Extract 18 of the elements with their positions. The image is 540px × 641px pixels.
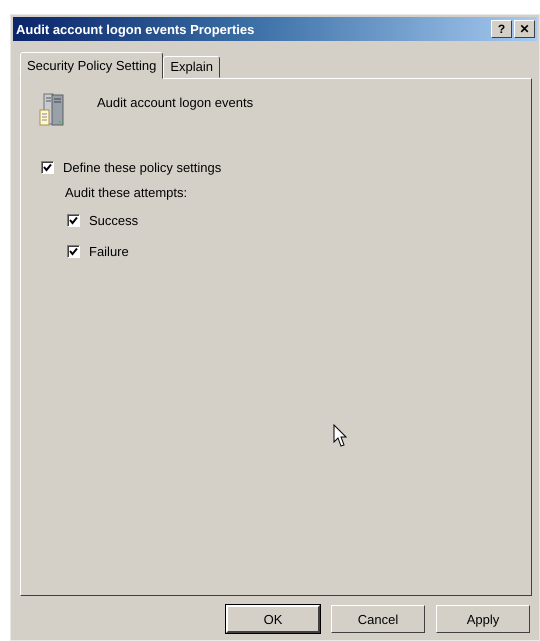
policy-name: Audit account logon events [97, 95, 254, 110]
checkbox-label: Define these policy settings [63, 160, 222, 174]
checkbox-label: Failure [89, 244, 129, 258]
dialog-button[interactable]: Cancel [331, 605, 425, 633]
help-button[interactable]: ? [491, 20, 512, 38]
tab[interactable]: Explain [163, 56, 220, 78]
close-button[interactable]: ✕ [514, 20, 535, 38]
server-document-icon [39, 93, 65, 127]
dialog-button[interactable]: OK [226, 605, 320, 633]
checkbox[interactable] [67, 244, 80, 258]
checkbox[interactable] [41, 160, 54, 174]
checkbox-label: Success [89, 212, 138, 228]
checkbox[interactable] [67, 214, 80, 226]
mouse-pointer-icon [333, 424, 347, 448]
window-title: Audit account logon events Properties [16, 22, 254, 36]
tab[interactable]: Security Policy Setting [20, 52, 164, 79]
attempts-label: Audit these attempts: [65, 185, 188, 200]
dialog-button[interactable]: Apply [436, 605, 530, 633]
